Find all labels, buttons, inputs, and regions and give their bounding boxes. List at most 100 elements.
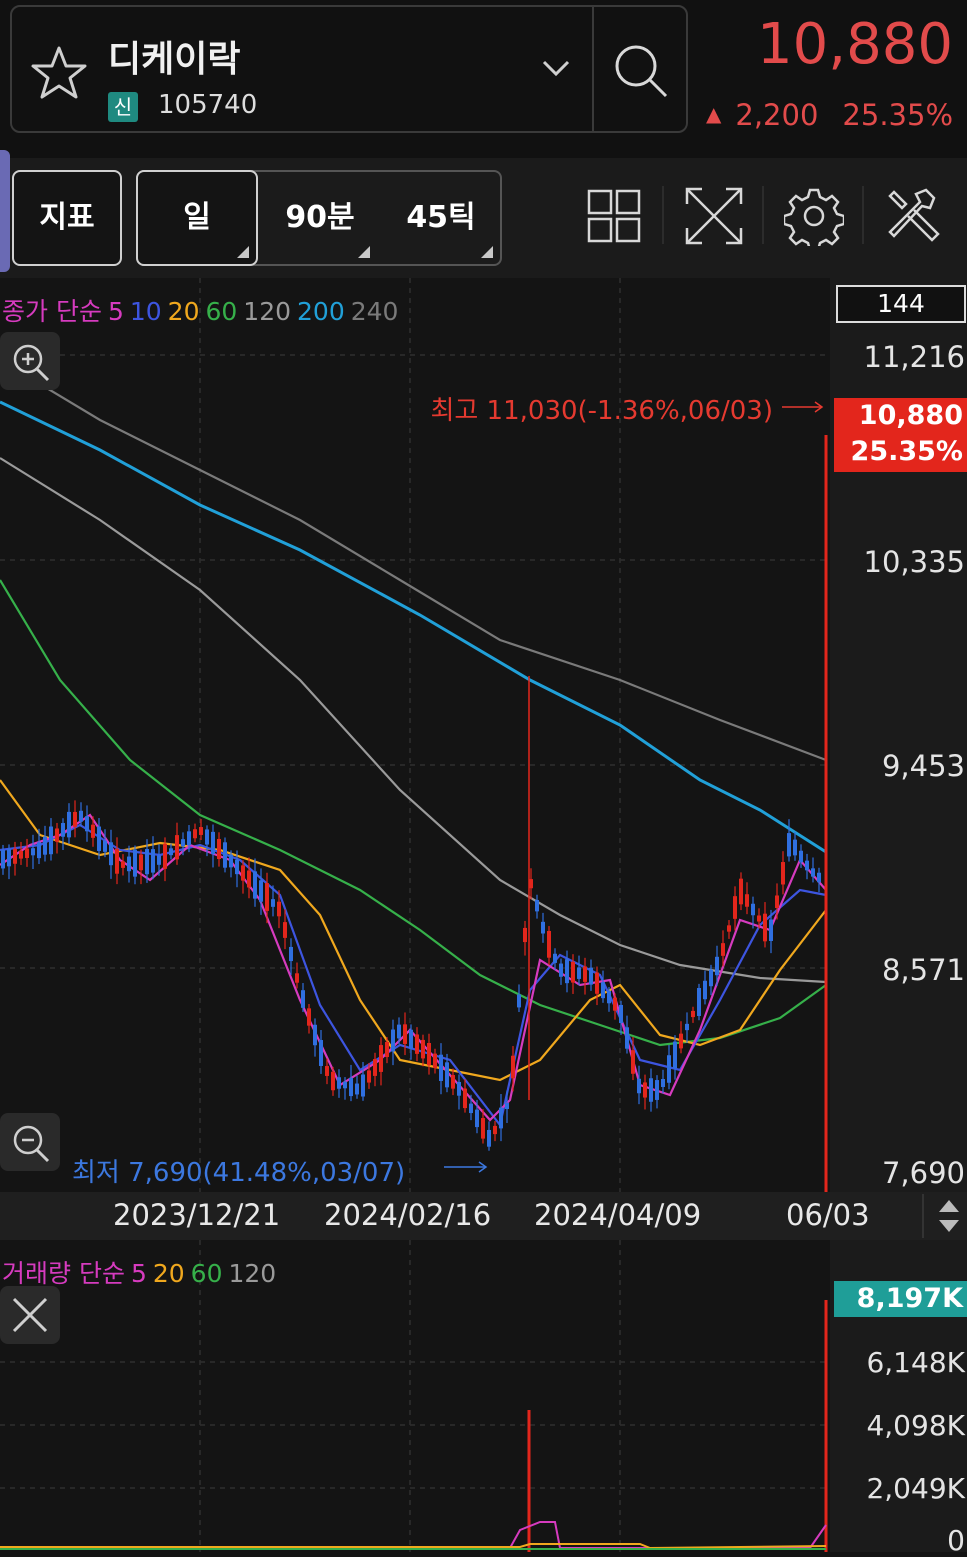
candle-body [619, 1004, 623, 1024]
candle-body [739, 878, 743, 905]
candle-body [25, 848, 29, 858]
candle-body [313, 1024, 317, 1046]
candle-body [295, 973, 299, 983]
candle-body [139, 854, 143, 871]
fullscreen-icon[interactable] [684, 186, 744, 246]
volume-axis-label: 0 [947, 1524, 965, 1557]
candle-body [181, 839, 185, 847]
legend-prefix: 종가 단순 [2, 297, 102, 326]
legend-ma120: 120 [243, 297, 292, 326]
candle-body [661, 1079, 665, 1087]
layout-grid-icon[interactable] [584, 186, 644, 246]
candle-body [805, 860, 809, 871]
y-axis-label: 8,571 [881, 953, 965, 987]
period-day-label: 일 [183, 200, 211, 235]
candle-body [289, 946, 293, 962]
candle-body [223, 842, 227, 868]
zoom-out-icon[interactable] [0, 1113, 60, 1171]
candle-body [577, 967, 581, 979]
candle-body [253, 871, 257, 899]
price-change: ▲ 2,200 25.35% [706, 98, 953, 132]
candle-body [763, 913, 767, 942]
candle-body [325, 1066, 329, 1076]
candle-body [211, 831, 215, 855]
candle-body [217, 838, 221, 860]
candle-body [679, 1033, 683, 1049]
candle-body [199, 827, 203, 835]
candle-body [469, 1103, 473, 1114]
toolbar-divider [762, 186, 764, 244]
candle-body [307, 1008, 311, 1026]
ma-legend[interactable]: 종가 단순 5 10 20 60 120 200 240 [2, 292, 404, 328]
zoom-in-icon[interactable] [0, 332, 60, 390]
search-icon[interactable] [612, 42, 672, 102]
candle-body [685, 1023, 689, 1031]
candle-body [589, 967, 593, 985]
volume-axis-label: 6,148K [866, 1346, 965, 1379]
candle-body [631, 1050, 635, 1074]
candle-body [349, 1077, 353, 1097]
candle-body [649, 1078, 653, 1102]
up-down-arrows-icon[interactable] [932, 1194, 966, 1238]
candle-count-box[interactable]: 144 [836, 285, 966, 323]
vol-legend-prefix: 거래량 단순 [2, 1259, 125, 1288]
date-label: 06/03 [786, 1198, 870, 1232]
candle-body [595, 972, 599, 994]
candle-body [55, 828, 59, 842]
favorite-star-icon[interactable] [30, 44, 88, 102]
chevron-down-icon[interactable] [540, 56, 572, 80]
candle-body [31, 848, 35, 856]
candle-body [73, 811, 77, 827]
candle-body [733, 896, 737, 919]
candle-body [109, 842, 113, 866]
candle-body [157, 855, 161, 865]
candle-body [493, 1125, 497, 1135]
candle-body [205, 829, 209, 845]
volume-ma-legend[interactable]: 거래량 단순 5 20 60 120 [2, 1254, 282, 1290]
candle-body [817, 872, 821, 883]
vol-legend-ma20: 20 [152, 1259, 185, 1288]
candle-body [745, 894, 749, 907]
close-icon[interactable] [0, 1286, 60, 1344]
date-label: 2024/04/09 [534, 1198, 702, 1232]
candle-body [541, 921, 545, 934]
candle-body [715, 956, 719, 976]
candle-body [721, 943, 725, 956]
candle-body [433, 1053, 437, 1069]
candle-body [427, 1042, 431, 1066]
candle-body [607, 991, 611, 1004]
candle-body [13, 848, 17, 864]
candle-body [583, 966, 587, 982]
candle-body [187, 831, 191, 846]
candle-body [163, 843, 167, 869]
candle-body [49, 826, 53, 855]
up-triangle-icon: ▲ [706, 102, 722, 126]
candle-body [799, 850, 803, 863]
candle-body [757, 915, 761, 922]
candle-body [379, 1045, 383, 1072]
tools-icon[interactable] [884, 186, 944, 246]
change-percent: 25.35% [842, 98, 953, 132]
candle-body [487, 1129, 491, 1147]
candle-body [247, 870, 251, 888]
candle-body [61, 823, 65, 837]
candle-body [229, 854, 233, 868]
candle-body [409, 1029, 413, 1049]
candle-body [343, 1081, 347, 1089]
indicator-button[interactable]: 지표 [12, 170, 122, 266]
candle-body [103, 840, 107, 852]
settings-gear-icon[interactable] [784, 186, 844, 246]
candle-body [625, 1027, 629, 1049]
candle-body [97, 826, 101, 851]
candle-body [91, 824, 95, 838]
candle-body [727, 925, 731, 932]
vol-legend-ma5: 5 [130, 1259, 147, 1288]
candle-body [775, 895, 779, 908]
toolbar-divider [862, 186, 864, 244]
candle-body [673, 1041, 677, 1069]
side-drawer-handle[interactable] [0, 150, 10, 272]
candle-body [439, 1054, 443, 1081]
candle-body [169, 848, 173, 856]
y-axis-label: 10,335 [863, 545, 965, 579]
candle-body [271, 899, 275, 907]
